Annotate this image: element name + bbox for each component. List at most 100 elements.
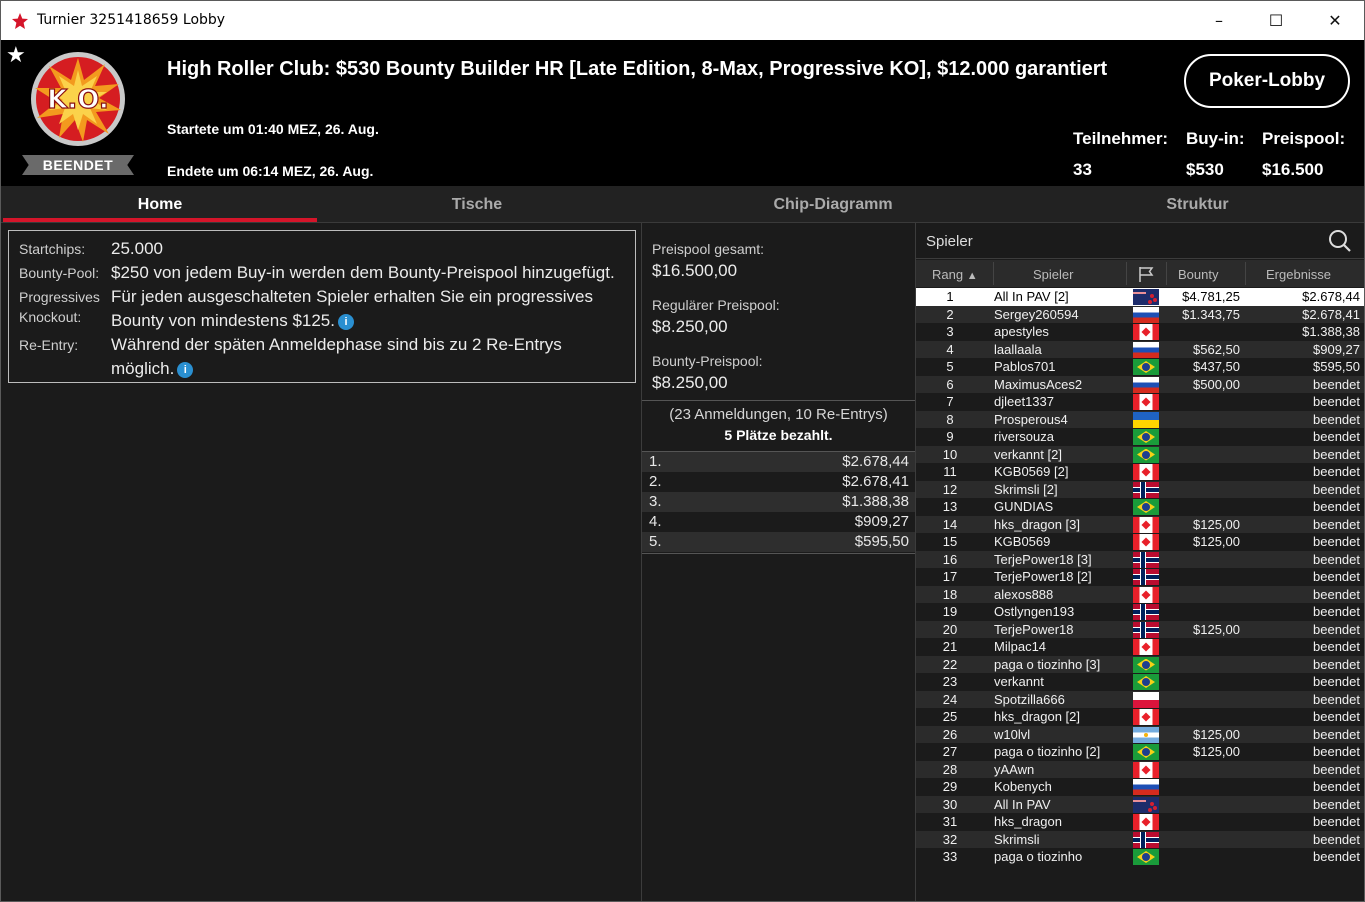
player-row[interactable]: 14 hks_dragon [3] $125,00 beendet xyxy=(916,515,1364,533)
player-row[interactable]: 28 yAAwn beendet xyxy=(916,760,1364,778)
player-row[interactable]: 3 apestyles $1.388,38 xyxy=(916,323,1364,341)
player-rank: 32 xyxy=(942,831,958,847)
favorite-star-icon[interactable]: ★ xyxy=(6,42,26,68)
player-row[interactable]: 29 Kobenych beendet xyxy=(916,778,1364,796)
player-name: Spotzilla666 xyxy=(994,691,1065,707)
player-row[interactable]: 10 verkannt [2] beendet xyxy=(916,445,1364,463)
player-row[interactable]: 13 GUNDIAS beendet xyxy=(916,498,1364,516)
player-row[interactable]: 16 TerjePower18 [3] beendet xyxy=(916,550,1364,568)
country-flag-icon xyxy=(1133,726,1159,743)
player-row[interactable]: 5 Pablos701 $437,50 $595,50 xyxy=(916,358,1364,376)
player-name: alexos888 xyxy=(994,586,1054,602)
flag-no-icon xyxy=(1133,569,1159,585)
tab-home[interactable]: Home xyxy=(3,186,317,222)
player-column-header[interactable]: Spieler xyxy=(1033,267,1073,282)
player-result: $595,50 xyxy=(1313,359,1360,374)
player-row[interactable]: 19 Ostlyngen193 beendet xyxy=(916,603,1364,621)
player-bounty: $437,50 xyxy=(1193,359,1240,374)
player-row[interactable]: 25 hks_dragon [2] beendet xyxy=(916,708,1364,726)
player-name: hks_dragon xyxy=(994,814,1062,829)
close-button[interactable]: ✕ xyxy=(1306,1,1364,40)
player-row[interactable]: 20 TerjePower18 $125,00 beendet xyxy=(916,620,1364,638)
player-row[interactable]: 30 All In PAV beendet xyxy=(916,795,1364,813)
flag-ru-icon xyxy=(1133,376,1159,393)
payout-place: 2. xyxy=(649,473,662,490)
player-row[interactable]: 17 TerjePower18 [2] beendet xyxy=(916,568,1364,586)
payout-row: 5. $595,50 xyxy=(642,532,915,552)
country-flag-icon xyxy=(1133,779,1159,795)
payout-row: 2. $2.678,41 xyxy=(642,472,915,492)
flag-ca-icon xyxy=(1133,324,1159,340)
player-name: yAAwn xyxy=(994,761,1035,777)
tab-chip-chart[interactable]: Chip-Diagramm xyxy=(641,186,1025,222)
player-row[interactable]: 9 riversouza beendet xyxy=(916,428,1364,446)
divider xyxy=(642,400,915,401)
player-row[interactable]: 11 KGB0569 [2] beendet xyxy=(916,463,1364,481)
player-rank: 30 xyxy=(942,796,958,812)
tournament-title: High Roller Club: $530 Bounty Builder HR… xyxy=(167,58,1108,80)
payout-place: 3. xyxy=(649,493,662,510)
player-row[interactable]: 27 paga o tiozinho [2] $125,00 beendet xyxy=(916,743,1364,761)
player-bounty: $125,00 xyxy=(1193,726,1240,742)
buyin-label: Buy-in: xyxy=(1186,129,1245,148)
tab-tables[interactable]: Tische xyxy=(319,186,635,222)
rank-column-header[interactable]: Rang ▲ xyxy=(932,267,978,282)
bounty-column-header[interactable]: Bounty xyxy=(1178,267,1218,282)
player-row[interactable]: 6 MaximusAces2 $500,00 beendet xyxy=(916,375,1364,393)
result-column-header[interactable]: Ergebnisse xyxy=(1266,267,1331,282)
player-row[interactable]: 31 hks_dragon beendet xyxy=(916,813,1364,831)
player-rank: 25 xyxy=(942,709,958,724)
flag-br-icon xyxy=(1133,656,1159,673)
status-badge: BEENDET xyxy=(22,155,134,175)
flag-br-icon xyxy=(1133,744,1159,760)
player-row[interactable]: 8 Prosperous4 beendet xyxy=(916,410,1364,428)
player-row[interactable]: 12 Skrimsli [2] beendet xyxy=(916,480,1364,498)
pko-value-text: Bounty von mindestens $125. xyxy=(111,311,335,330)
pko-info-icon[interactable]: i xyxy=(337,314,354,330)
player-row[interactable]: 7 djleet1337 beendet xyxy=(916,393,1364,411)
player-rank: 27 xyxy=(942,744,958,759)
player-row[interactable]: 26 w10lvl $125,00 beendet xyxy=(916,725,1364,743)
player-row[interactable]: 22 paga o tiozinho [3] beendet xyxy=(916,655,1364,673)
player-name: w10lvl xyxy=(994,726,1031,742)
poker-lobby-button[interactable]: Poker-Lobby xyxy=(1184,54,1350,108)
player-row[interactable]: 15 KGB0569 $125,00 beendet xyxy=(916,533,1364,551)
maximize-button[interactable]: ☐ xyxy=(1247,1,1305,40)
player-result: beendet xyxy=(1313,674,1360,689)
tab-bar: Home Tische Chip-Diagramm Struktur xyxy=(1,186,1364,223)
country-flag-icon xyxy=(1133,499,1159,515)
player-result: beendet xyxy=(1313,831,1360,847)
pko-value-line1: Für jeden ausgeschalteten Spieler erhalt… xyxy=(111,287,593,306)
places-paid: 5 Plätze bezahlt. xyxy=(724,427,833,443)
minimize-button[interactable]: – xyxy=(1190,1,1248,40)
player-row[interactable]: 23 verkannt beendet xyxy=(916,673,1364,691)
country-flag-icon xyxy=(1133,761,1159,778)
player-row[interactable]: 32 Skrimsli beendet xyxy=(916,830,1364,848)
reentry-info-icon[interactable]: i xyxy=(177,362,194,378)
player-name: All In PAV [2] xyxy=(994,289,1069,304)
tab-structure[interactable]: Struktur xyxy=(1031,186,1364,222)
country-flag-icon xyxy=(1133,656,1159,673)
player-result: beendet xyxy=(1313,621,1360,637)
flag-ca-icon xyxy=(1133,534,1159,550)
player-row[interactable]: 21 Milpac14 beendet xyxy=(916,638,1364,656)
player-row[interactable]: 2 Sergey260594 $1.343,75 $2.678,41 xyxy=(916,305,1364,323)
flag-ru-icon xyxy=(1133,306,1159,323)
player-row[interactable]: 18 alexos888 beendet xyxy=(916,585,1364,603)
player-row[interactable]: 33 paga o tiozinho beendet xyxy=(916,848,1364,866)
flag-br-icon xyxy=(1133,674,1159,690)
pokerstars-logo-icon xyxy=(12,13,28,29)
player-rank: 28 xyxy=(942,761,958,777)
participants-label: Teilnehmer: xyxy=(1073,129,1169,148)
player-rank: 19 xyxy=(942,604,958,619)
search-icon[interactable] xyxy=(1328,229,1352,253)
player-list-panel: Spieler Rang ▲ Spieler Bounty Ergebnisse… xyxy=(916,223,1364,901)
player-row[interactable]: 1 All In PAV [2] $4.781,25 $2.678,44 xyxy=(916,288,1364,306)
flag-ca-icon xyxy=(1133,516,1159,533)
player-row[interactable]: 24 Spotzilla666 beendet xyxy=(916,690,1364,708)
player-name: All In PAV xyxy=(994,796,1051,812)
prize-pool-panel: Preispool gesamt: $16.500,00 Regulärer P… xyxy=(642,223,915,901)
country-flag-column-icon[interactable] xyxy=(1137,265,1155,283)
player-row[interactable]: 4 laallaala $562,50 $909,27 xyxy=(916,340,1364,358)
flag-ua-icon xyxy=(1133,411,1159,428)
